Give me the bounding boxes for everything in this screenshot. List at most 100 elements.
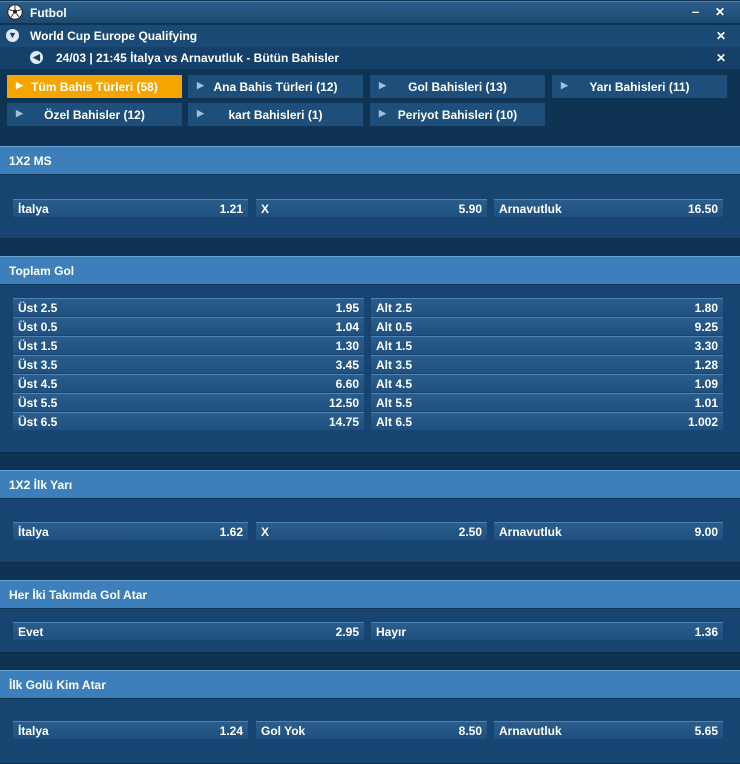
odd-value: 5.90 <box>458 201 482 216</box>
tab-special-bets[interactable]: ▶ Özel Bahisler (12) <box>7 103 182 126</box>
odd-label: Üst 2.5 <box>18 300 58 315</box>
odd-label: Arnavutluk <box>499 524 562 539</box>
soccer-ball-icon <box>7 4 23 20</box>
odd-label: Üst 0.5 <box>18 319 58 334</box>
tab-period-bets[interactable]: ▶ Periyot Bahisleri (10) <box>370 103 545 126</box>
odd-value: 3.45 <box>335 357 359 372</box>
odd-value: 1.36 <box>694 624 718 639</box>
market-header[interactable]: Toplam Gol <box>0 256 740 284</box>
tab-label: Periyot Bahisleri (10) <box>397 107 518 122</box>
odd-cell[interactable]: Alt 6.5 1.002 <box>371 412 723 430</box>
odd-cell[interactable]: Evet 2.95 <box>13 622 364 640</box>
odd-value: 8.50 <box>458 723 482 738</box>
match-header[interactable]: ◀ 24/03 | 21:45 İtalya vs Arnavutluk - B… <box>0 47 740 69</box>
odd-cell[interactable]: Alt 5.5 1.01 <box>371 393 723 411</box>
odd-cell[interactable]: Üst 4.5 6.60 <box>13 374 364 392</box>
odd-label: Gol Yok <box>261 723 306 738</box>
league-header[interactable]: ▼ World Cup Europe Qualifying ✕ <box>0 25 740 47</box>
market-header[interactable]: 1X2 MS <box>0 146 740 174</box>
odd-value: 1.09 <box>694 376 718 391</box>
play-icon: ▶ <box>379 80 386 90</box>
odd-cell[interactable]: İtalya 1.24 <box>13 721 248 739</box>
market-header[interactable]: Her İki Takımda Gol Atar <box>0 580 740 608</box>
sport-header: Futbol – ✕ <box>0 1 740 23</box>
odd-value: 1.95 <box>335 300 359 315</box>
odd-cell[interactable]: İtalya 1.21 <box>13 199 248 217</box>
tab-label: Ana Bahis Türleri (12) <box>213 79 338 94</box>
odd-value: 1.28 <box>694 357 718 372</box>
market-header[interactable]: 1X2 İlk Yarı <box>0 470 740 498</box>
market-body: Üst 2.5 1.95 Alt 2.5 1.80 Üst 0.5 1.04 Alt … <box>0 285 740 453</box>
close-icon[interactable]: ✕ <box>716 29 726 43</box>
odd-cell[interactable]: Üst 2.5 1.95 <box>13 298 364 316</box>
odd-value: 1.01 <box>694 395 718 410</box>
odd-value: 1.30 <box>335 338 359 353</box>
odd-label: Alt 2.5 <box>376 300 413 315</box>
tab-label: Gol Bahisleri (13) <box>408 79 507 94</box>
chevron-down-icon[interactable]: ▼ <box>6 29 19 42</box>
odd-label: Alt 3.5 <box>376 357 413 372</box>
odd-cell[interactable]: Alt 0.5 9.25 <box>371 317 723 335</box>
market-body: Evet 2.95 Hayır 1.36 <box>0 609 740 653</box>
market-body: İtalya 1.24 Gol Yok 8.50 Arnavutluk 5.65 <box>0 699 740 764</box>
odd-cell[interactable]: Alt 1.5 3.30 <box>371 336 723 354</box>
odd-value: 1.80 <box>694 300 718 315</box>
tab-half-bets[interactable]: ▶ Yarı Bahisleri (11) <box>552 75 727 98</box>
odd-value: 1.24 <box>219 723 243 738</box>
odd-value: 12.50 <box>328 395 359 410</box>
odd-label: X <box>261 201 270 216</box>
odd-value: 2.95 <box>335 624 359 639</box>
market-title: 1X2 İlk Yarı <box>9 477 73 492</box>
odd-label: X <box>261 524 270 539</box>
odd-cell[interactable]: Üst 3.5 3.45 <box>13 355 364 373</box>
minimize-icon[interactable]: – <box>692 4 699 19</box>
odd-cell[interactable]: Üst 1.5 1.30 <box>13 336 364 354</box>
odd-cell[interactable]: Alt 3.5 1.28 <box>371 355 723 373</box>
odd-cell[interactable]: Alt 2.5 1.80 <box>371 298 723 316</box>
match-title: 24/03 | 21:45 İtalya vs Arnavutluk - Büt… <box>56 51 340 65</box>
close-icon[interactable]: ✕ <box>716 51 726 65</box>
odd-value: 1.21 <box>219 201 243 216</box>
odd-cell[interactable]: Gol Yok 8.50 <box>256 721 487 739</box>
tab-card-bets[interactable]: ▶ kart Bahisleri (1) <box>188 103 363 126</box>
odd-label: Hayır <box>376 624 407 639</box>
play-icon: ▶ <box>16 108 23 118</box>
odd-value: 1.62 <box>219 524 243 539</box>
odd-cell[interactable]: Arnavutluk 16.50 <box>494 199 723 217</box>
odd-value: 9.00 <box>694 524 718 539</box>
odd-cell[interactable]: X 5.90 <box>256 199 487 217</box>
play-icon: ▶ <box>16 80 23 90</box>
play-icon: ▶ <box>379 108 386 118</box>
tab-main-bets[interactable]: ▶ Ana Bahis Türleri (12) <box>188 75 363 98</box>
odd-label: Alt 1.5 <box>376 338 413 353</box>
odd-cell[interactable]: Arnavutluk 9.00 <box>494 522 723 540</box>
odd-cell[interactable]: Hayır 1.36 <box>371 622 723 640</box>
odd-label: Alt 0.5 <box>376 319 413 334</box>
odd-label: Üst 1.5 <box>18 338 58 353</box>
odd-cell[interactable]: Arnavutluk 5.65 <box>494 721 723 739</box>
odd-label: İtalya <box>18 723 49 738</box>
odd-label: Arnavutluk <box>499 723 562 738</box>
close-icon[interactable]: ✕ <box>715 5 725 19</box>
odd-cell[interactable]: Üst 0.5 1.04 <box>13 317 364 335</box>
odd-cell[interactable]: Üst 6.5 14.75 <box>13 412 364 430</box>
tab-all-bets[interactable]: ▶ Tüm Bahis Türleri (58) <box>7 75 182 98</box>
market-header[interactable]: İlk Golü Kim Atar <box>0 670 740 698</box>
market-title: 1X2 MS <box>9 153 52 168</box>
odd-cell[interactable]: Alt 4.5 1.09 <box>371 374 723 392</box>
sport-title: Futbol <box>30 6 67 20</box>
odd-label: Alt 5.5 <box>376 395 413 410</box>
chevron-left-icon[interactable]: ◀ <box>30 51 43 64</box>
odd-value: 9.25 <box>694 319 718 334</box>
odd-value: 3.30 <box>694 338 718 353</box>
odd-label: Evet <box>18 624 44 639</box>
odd-cell[interactable]: X 2.50 <box>256 522 487 540</box>
tab-goal-bets[interactable]: ▶ Gol Bahisleri (13) <box>370 75 545 98</box>
odd-label: Üst 3.5 <box>18 357 58 372</box>
odd-cell[interactable]: İtalya 1.62 <box>13 522 248 540</box>
odd-label: Alt 6.5 <box>376 414 413 429</box>
odd-label: Üst 6.5 <box>18 414 58 429</box>
tab-label: Tüm Bahis Türleri (58) <box>31 79 158 94</box>
odd-cell[interactable]: Üst 5.5 12.50 <box>13 393 364 411</box>
tab-label: kart Bahisleri (1) <box>228 107 323 122</box>
